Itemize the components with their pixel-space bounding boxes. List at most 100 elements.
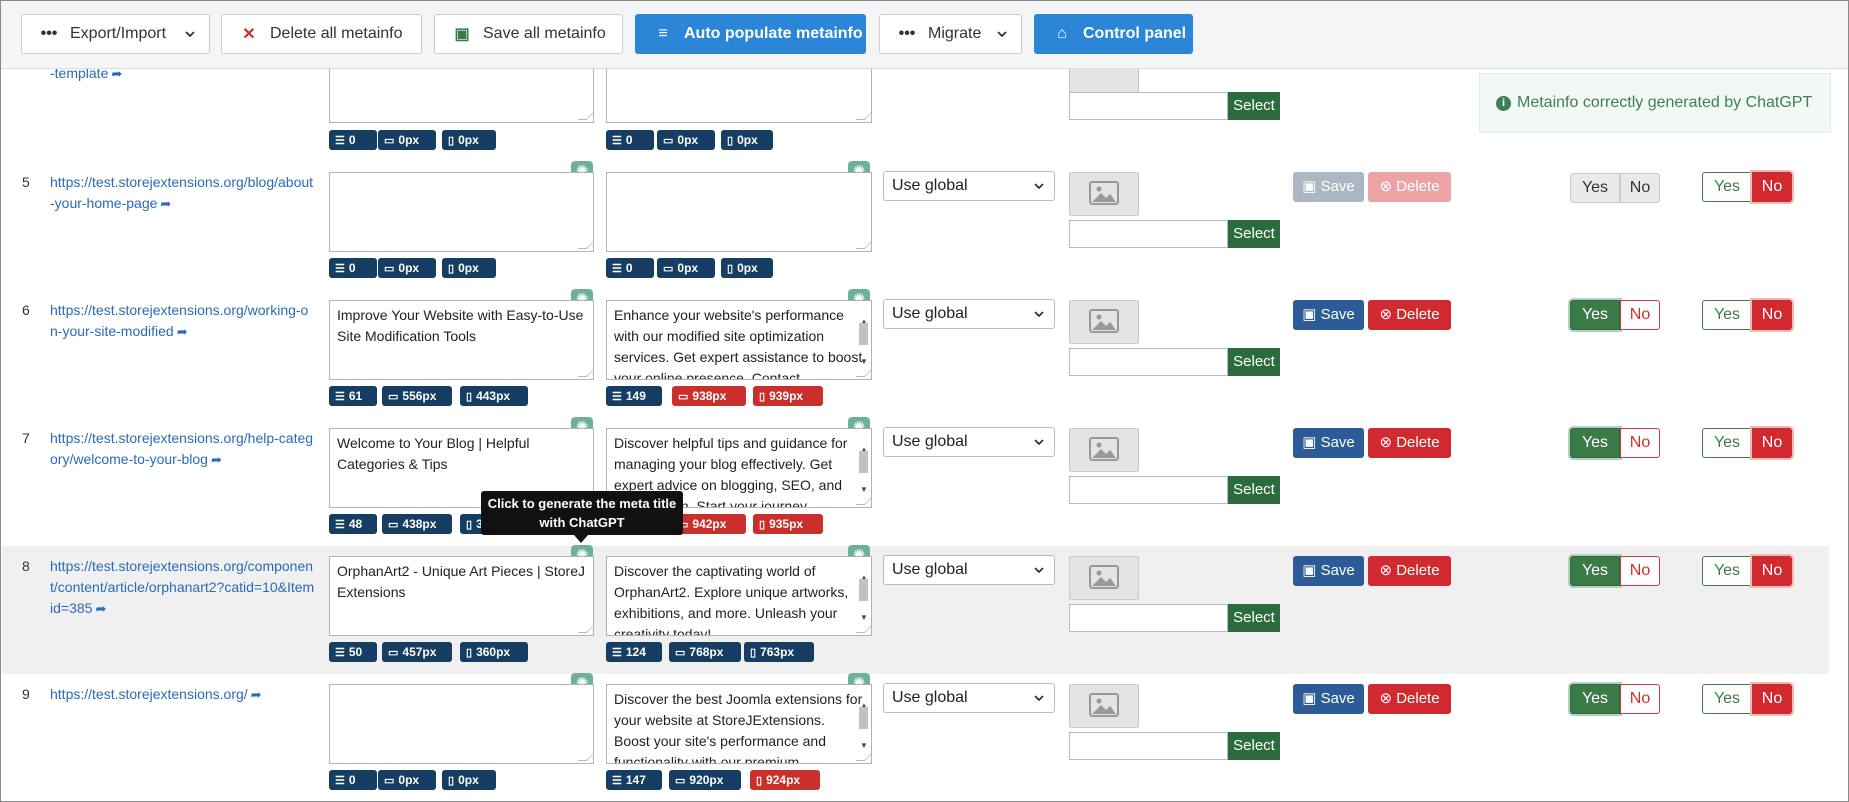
title-mobile-width-badge: ▯ 0px [442, 770, 496, 790]
select-image-button[interactable]: Select [1228, 220, 1280, 248]
desc-mobile-width-badge: ▯ 939px [753, 386, 823, 406]
meta-title-input[interactable]: OrphanArt2 - Unique Art Pieces | StoreJ … [329, 556, 594, 636]
robots-select[interactable]: Use global [883, 683, 1055, 713]
delete-row-button[interactable]: ⊗ Delete [1368, 172, 1451, 202]
success-notice: i Metainfo correctly generated by ChatGPT [1479, 73, 1831, 133]
table-row: 5 https://test.storejextensions.org/blog… [2, 161, 1830, 291]
select-image-button[interactable]: Select [1228, 92, 1280, 120]
image-placeholder-icon[interactable] [1069, 172, 1139, 216]
delete-row-button[interactable]: ⊗ Delete [1368, 300, 1451, 330]
image-placeholder-icon[interactable] [1069, 300, 1139, 344]
select-image-button[interactable]: Select [1228, 604, 1280, 632]
image-placeholder-icon[interactable] [1069, 428, 1139, 472]
toolbar: ••• Export/Import ✕ Delete all metainfo ▣ S… [1, 1, 1848, 69]
save-row-button[interactable]: ▣ Save [1293, 684, 1364, 714]
chatgpt-toggle[interactable]: Yes No [1702, 556, 1792, 586]
delete-all-metainfo-button[interactable]: ✕ Delete all metainfo [221, 14, 422, 54]
no-option[interactable]: No [1752, 428, 1792, 458]
meta-description-input[interactable]: Enhance your website's performance with … [606, 300, 872, 380]
row-url-link[interactable]: https://test.storejextensions.org/workin… [50, 300, 315, 342]
export-import-dropdown[interactable]: ••• Export/Import [21, 14, 210, 54]
robots-select[interactable]: Use global [883, 299, 1055, 329]
image-placeholder-icon[interactable] [1069, 684, 1139, 728]
title-char-count-badge: ☰ 61 [329, 386, 377, 406]
image-placeholder-icon[interactable] [1069, 556, 1139, 600]
select-image-button[interactable]: Select [1228, 732, 1280, 760]
row-url-link[interactable]: https://test.storejextensions.org/help-c… [50, 428, 315, 470]
save-row-button[interactable]: ▣ Save [1293, 428, 1364, 458]
row-url-link[interactable]: https://test.storejextensions.org/blog/a… [50, 172, 315, 214]
row-url-link[interactable]: https://test.storejextensions.org/compon… [50, 556, 315, 619]
published-toggle[interactable]: Yes No [1570, 300, 1660, 330]
chatgpt-toggle[interactable]: Yes No [1702, 300, 1792, 330]
table-row: 7 https://test.storejextensions.org/help… [2, 417, 1830, 547]
meta-title-input[interactable] [329, 684, 594, 764]
yes-option[interactable]: Yes [1570, 300, 1620, 330]
migrate-dropdown[interactable]: ••• Migrate [879, 14, 1022, 54]
robots-select[interactable]: Use global [883, 171, 1055, 201]
published-toggle[interactable]: Yes No [1570, 684, 1660, 714]
yes-option[interactable]: Yes [1702, 300, 1752, 330]
desc-desktop-width-badge: ▭ 938px [672, 386, 746, 406]
meta-description-input[interactable]: Discover the captivating world of Orphan… [606, 556, 872, 636]
database-icon: ≡ [658, 25, 668, 42]
image-path-input[interactable] [1069, 604, 1228, 632]
chatgpt-toggle[interactable]: Yes No [1702, 172, 1792, 202]
yes-option[interactable]: Yes [1570, 173, 1620, 203]
row-number: 9 [22, 686, 30, 702]
desc-desktop-width-badge: ▭ 0px [657, 130, 715, 150]
no-option[interactable]: No [1752, 172, 1792, 202]
published-toggle[interactable]: Yes No [1570, 428, 1660, 458]
yes-option[interactable]: Yes [1570, 684, 1620, 714]
chatgpt-toggle[interactable]: Yes No [1702, 428, 1792, 458]
desc-mobile-width-badge: ▯ 0px [721, 130, 773, 150]
published-toggle[interactable]: Yes No [1570, 173, 1660, 203]
no-option[interactable]: No [1752, 300, 1792, 330]
no-option[interactable]: No [1620, 300, 1660, 330]
row-url-link[interactable]: https://test.storejextensions.org/➦ [50, 684, 315, 705]
no-option[interactable]: No [1620, 556, 1660, 586]
no-option[interactable]: No [1752, 684, 1792, 714]
yes-option[interactable]: Yes [1702, 556, 1752, 586]
yes-option[interactable]: Yes [1702, 172, 1752, 202]
delete-row-button[interactable]: ⊗ Delete [1368, 556, 1451, 586]
control-panel-button[interactable]: ⌂ Control panel [1034, 14, 1193, 54]
delete-row-button[interactable]: ⊗ Delete [1368, 684, 1451, 714]
no-option[interactable]: No [1620, 173, 1660, 203]
no-option[interactable]: No [1620, 428, 1660, 458]
close-icon: ✕ [242, 26, 256, 43]
image-path-input[interactable] [1069, 220, 1228, 248]
yes-option[interactable]: Yes [1702, 684, 1752, 714]
select-image-button[interactable]: Select [1228, 476, 1280, 504]
auto-populate-metainfo-button[interactable]: ≡ Auto populate metainfo [635, 14, 866, 54]
image-path-input[interactable] [1069, 732, 1228, 760]
title-char-count-badge: ☰ 50 [329, 642, 377, 662]
meta-description-input[interactable]: Discover the best Joomla extensions for … [606, 684, 872, 764]
no-option[interactable]: No [1620, 684, 1660, 714]
robots-select[interactable]: Use global [883, 555, 1055, 585]
yes-option[interactable]: Yes [1570, 428, 1620, 458]
published-toggle[interactable]: Yes No [1570, 556, 1660, 586]
share-icon: ➦ [210, 452, 222, 467]
image-path-input[interactable] [1069, 348, 1228, 376]
meta-title-input[interactable] [329, 172, 594, 252]
title-desktop-width-badge: ▭ 438px [382, 514, 452, 534]
robots-select[interactable]: Use global [883, 427, 1055, 457]
save-row-button[interactable]: ▣ Save [1293, 172, 1364, 202]
save-row-button[interactable]: ▣ Save [1293, 300, 1364, 330]
desc-char-count-badge: ☰ 149 [606, 386, 662, 406]
yes-option[interactable]: Yes [1702, 428, 1752, 458]
select-image-button[interactable]: Select [1228, 348, 1280, 376]
vertical-scrollbar[interactable] [1829, 68, 1848, 801]
desc-desktop-width-badge: ▭ 942px [672, 514, 746, 534]
save-row-button[interactable]: ▣ Save [1293, 556, 1364, 586]
meta-title-input[interactable]: Improve Your Website with Easy-to-Use Si… [329, 300, 594, 380]
chatgpt-toggle[interactable]: Yes No [1702, 684, 1792, 714]
image-path-input[interactable] [1069, 92, 1228, 120]
save-all-metainfo-button[interactable]: ▣ Save all metainfo [434, 14, 623, 54]
delete-row-button[interactable]: ⊗ Delete [1368, 428, 1451, 458]
no-option[interactable]: No [1752, 556, 1792, 586]
image-path-input[interactable] [1069, 476, 1228, 504]
meta-description-input[interactable] [606, 172, 872, 252]
yes-option[interactable]: Yes [1570, 556, 1620, 586]
